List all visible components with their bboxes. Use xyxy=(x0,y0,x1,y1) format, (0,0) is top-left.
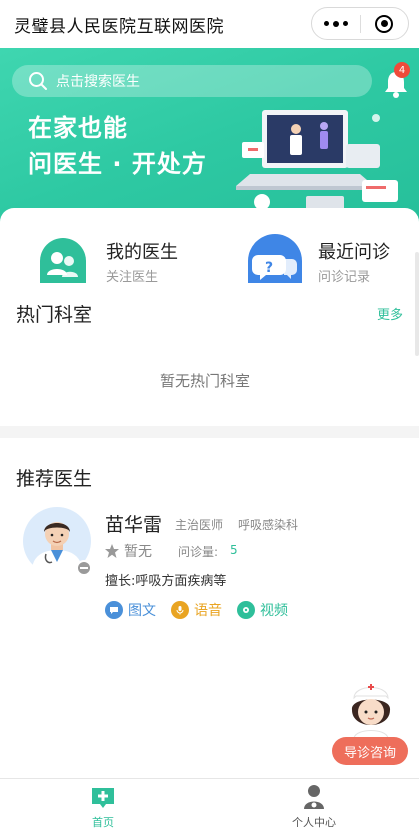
star-icon xyxy=(105,544,119,558)
doctor-specialty: 擅长:呼吸方面疾病等 xyxy=(105,574,227,589)
hot-departments-empty-text: 暂无热门科室 xyxy=(160,372,251,390)
hot-departments-more-link[interactable]: 更多 xyxy=(377,304,403,323)
doctor-name: 苗华雷 xyxy=(105,514,163,536)
nurse-avatar-icon[interactable] xyxy=(346,680,396,738)
tab-home-label: 首页 xyxy=(92,816,114,829)
scrollbar-thumb[interactable] xyxy=(415,252,419,356)
search-icon xyxy=(29,72,47,90)
chat-bubble-icon xyxy=(105,601,123,619)
hot-departments-title: 热门科室 xyxy=(16,304,93,326)
doctor-users-icon xyxy=(40,238,86,283)
recent-consult-entry[interactable]: ? 最近问诊 问诊记录 xyxy=(244,233,414,289)
svg-text:?: ? xyxy=(265,260,273,276)
close-miniprogram-button[interactable] xyxy=(360,8,408,39)
chat-question-icon: ? xyxy=(248,234,302,283)
tab-profile-label: 个人中心 xyxy=(292,816,336,829)
telemedicine-illustration xyxy=(236,110,398,214)
banner-slogan-line1: 在家也能 xyxy=(28,114,128,142)
search-placeholder: 点击搜索医生 xyxy=(56,74,140,90)
more-menu-button[interactable] xyxy=(312,8,360,39)
notification-button[interactable]: 4 xyxy=(384,62,410,98)
home-plus-icon xyxy=(92,788,114,808)
doctor-avatar xyxy=(23,507,92,576)
tab-profile[interactable]: 个人中心 xyxy=(254,779,374,832)
more-dot-icon xyxy=(323,21,329,26)
hero-banner: 点击搜索医生 4 在家也能 问医生 · 开处方 xyxy=(0,48,419,228)
text-consult-label: 图文 xyxy=(128,603,156,619)
microphone-icon xyxy=(171,601,189,619)
voice-consult-label: 语音 xyxy=(194,603,222,619)
my-doctor-subtitle: 关注医生 xyxy=(106,270,159,285)
text-consult-button[interactable]: 图文 xyxy=(105,600,156,620)
video-consult-button[interactable]: 视频 xyxy=(237,600,288,620)
recommended-doctors-title: 推荐医生 xyxy=(16,468,93,490)
notification-badge: 4 xyxy=(394,62,410,78)
my-doctor-entry[interactable]: 我的医生 关注医生 xyxy=(32,233,202,289)
target-icon xyxy=(375,14,394,33)
top-bar: 灵璧县人民医院互联网医院 xyxy=(0,0,419,48)
consult-volume-label: 问诊量: xyxy=(178,545,219,559)
doctor-department: 呼吸感染科 xyxy=(238,518,299,532)
profile-icon xyxy=(304,785,324,809)
guide-consult-button[interactable]: 导诊咨询 xyxy=(332,737,408,765)
my-doctor-title: 我的医生 xyxy=(106,242,178,263)
consult-volume-value: 5 xyxy=(230,543,238,557)
video-icon xyxy=(237,601,255,619)
more-dot-icon xyxy=(332,20,339,27)
recent-consult-subtitle: 问诊记录 xyxy=(318,270,371,285)
app-title: 灵璧县人民医院互联网医院 xyxy=(14,16,224,37)
doctor-rating-text: 暂无 xyxy=(124,544,152,560)
doctor-rating: 暂无 xyxy=(104,541,152,561)
doctor-title: 主治医师 xyxy=(175,518,224,532)
tab-home[interactable]: 首页 xyxy=(43,779,163,832)
voice-consult-button[interactable]: 语音 xyxy=(171,600,222,620)
more-dot-icon xyxy=(342,21,348,26)
video-consult-label: 视频 xyxy=(260,603,288,619)
banner-slogan-line2: 问医生 · 开处方 xyxy=(28,150,207,178)
miniprogram-capsule xyxy=(311,7,409,40)
bottom-tab-bar: 首页 个人中心 xyxy=(0,778,419,832)
recent-consult-title: 最近问诊 xyxy=(318,242,390,263)
search-bar[interactable]: 点击搜索医生 xyxy=(12,65,372,97)
